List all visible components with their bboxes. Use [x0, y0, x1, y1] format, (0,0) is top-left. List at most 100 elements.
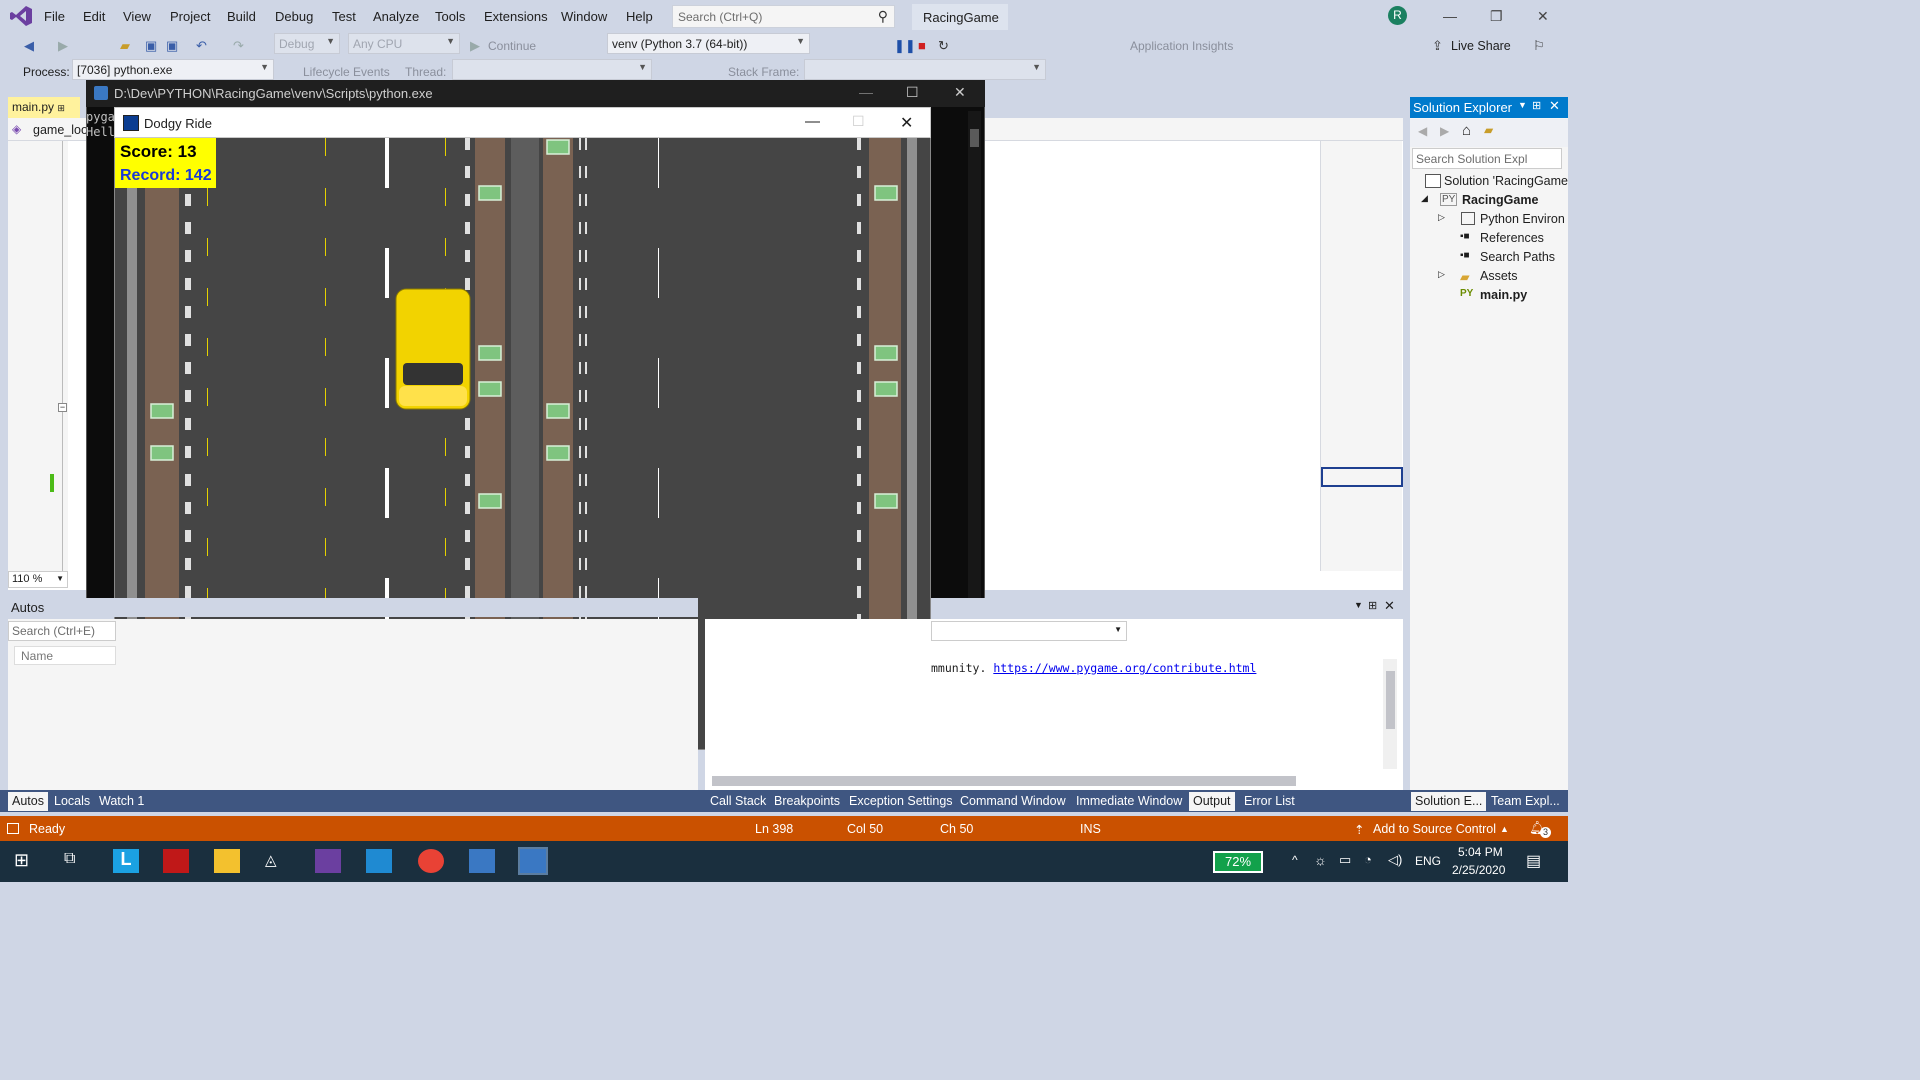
tab-call-stack[interactable]: Call Stack — [706, 792, 770, 811]
brightness-icon[interactable]: ☼ — [1314, 852, 1327, 868]
menu-view[interactable]: View — [123, 9, 151, 24]
se-close-icon[interactable]: ✕ — [1549, 98, 1560, 114]
back-icon[interactable]: ◀ — [24, 38, 34, 54]
se-pin-icon[interactable]: ⊞ — [1532, 99, 1541, 112]
output-source-dropdown[interactable]: ▼ — [931, 621, 1127, 641]
tree-python-environments[interactable]: Python Environ — [1480, 212, 1565, 226]
tab-output[interactable]: Output — [1189, 792, 1235, 811]
tab-command-window[interactable]: Command Window — [956, 792, 1070, 811]
game-close-icon[interactable]: ✕ — [900, 113, 913, 133]
tab-solution-explorer[interactable]: Solution E... — [1411, 792, 1487, 811]
se-dropdown-icon[interactable]: ▼ — [1518, 100, 1527, 110]
console-close-icon[interactable]: ✕ — [954, 84, 966, 101]
tab-error-list[interactable]: Error List — [1240, 792, 1299, 811]
output-scroll-thumb[interactable] — [1386, 671, 1395, 729]
platform-dropdown[interactable]: Any CPU ▼ — [348, 33, 460, 54]
tab-autos[interactable]: Autos — [8, 792, 48, 811]
tab-watch-1[interactable]: Watch 1 — [95, 792, 148, 811]
visual-studio-taskbar-icon[interactable] — [315, 849, 341, 873]
redo-icon[interactable]: ↷ — [233, 38, 244, 54]
expanded-arrow-icon[interactable]: ◢ — [1421, 193, 1428, 204]
stack-frame-dropdown[interactable]: ▼ — [804, 59, 1046, 80]
tab-main-py[interactable]: main.py ⊞ — [8, 97, 80, 118]
se-switch-view-icon[interactable]: ▰ — [1484, 123, 1493, 137]
se-forward-icon[interactable]: ▶ — [1440, 124, 1449, 138]
tree-main-py[interactable]: main.py — [1480, 288, 1527, 302]
wifi-icon[interactable]: ◔ — [1364, 852, 1372, 867]
menu-window[interactable]: Window — [561, 9, 607, 24]
menu-tools[interactable]: Tools — [435, 9, 465, 24]
continue-icon[interactable]: ▶ — [470, 38, 480, 54]
action-center-icon[interactable]: ▤ — [1526, 851, 1541, 871]
taskbar-l-app-icon[interactable]: L — [113, 849, 139, 873]
menu-project[interactable]: Project — [170, 9, 210, 24]
tree-solution[interactable]: Solution 'RacingGame — [1444, 174, 1568, 188]
collapsed-arrow-icon[interactable]: ▷ — [1438, 269, 1445, 280]
add-to-source-control-button[interactable]: Add to Source Control — [1373, 822, 1496, 836]
menu-build[interactable]: Build — [227, 9, 256, 24]
volume-icon[interactable]: ◁) — [1388, 852, 1402, 868]
source-control-caret-icon[interactable]: ▲ — [1500, 824, 1509, 834]
collapse-icon[interactable]: − — [58, 403, 67, 412]
save-icon[interactable]: ▣ — [145, 38, 157, 54]
task-view-icon[interactable]: ⧉ — [64, 850, 75, 868]
avatar[interactable]: R — [1388, 6, 1407, 25]
visual-studio-logo-icon[interactable] — [10, 6, 32, 26]
zoom-dropdown[interactable]: 110 % ▼ — [8, 571, 68, 588]
forward-icon[interactable]: ▶ — [58, 38, 68, 54]
feedback-icon[interactable]: ⚐ — [1533, 38, 1545, 54]
clock-date[interactable]: 2/25/2020 — [1452, 863, 1505, 877]
file-explorer-icon[interactable] — [214, 849, 240, 873]
game-minimize-icon[interactable]: — — [805, 113, 820, 130]
continue-button[interactable]: Continue — [488, 39, 536, 53]
pin-icon[interactable]: ⊞ — [57, 103, 65, 113]
menu-edit[interactable]: Edit — [83, 9, 105, 24]
live-share-button[interactable]: Live Share — [1451, 39, 1511, 53]
windows-start-icon[interactable]: ⊞ — [14, 850, 29, 871]
se-search-input[interactable]: Search Solution Expl — [1412, 148, 1562, 169]
python-active-icon[interactable] — [518, 847, 548, 875]
tab-team-explorer[interactable]: Team Expl... — [1487, 792, 1564, 811]
menu-extensions[interactable]: Extensions — [484, 9, 548, 24]
minimap[interactable] — [1320, 141, 1403, 571]
output-pin-icon[interactable]: ⊞ — [1368, 599, 1377, 612]
restore-icon[interactable]: ❐ — [1490, 8, 1503, 25]
console-scrollbar[interactable] — [968, 111, 981, 599]
vs-code-icon[interactable] — [366, 849, 392, 873]
tree-references[interactable]: References — [1480, 231, 1544, 245]
autos-name-column[interactable]: Name — [14, 646, 116, 665]
stop-debugging-icon[interactable]: ■ — [918, 38, 926, 53]
tab-immediate-window[interactable]: Immediate Window — [1072, 792, 1186, 811]
restart-icon[interactable]: ↻ — [938, 38, 949, 54]
tab-breakpoints[interactable]: Breakpoints — [770, 792, 844, 811]
game-maximize-icon[interactable]: ☐ — [852, 113, 865, 130]
output-scrollbar[interactable] — [1383, 659, 1397, 769]
menu-test[interactable]: Test — [332, 9, 356, 24]
tray-chevron-icon[interactable]: ^ — [1292, 853, 1298, 867]
break-all-icon[interactable]: ❚❚ — [894, 38, 916, 54]
python-icon[interactable] — [469, 849, 495, 873]
se-home-icon[interactable]: ⌂ — [1462, 122, 1471, 139]
menu-debug[interactable]: Debug — [275, 9, 313, 24]
output-link[interactable]: https://www.pygame.org/contribute.html — [993, 661, 1256, 675]
save-all-icon[interactable]: ▣ — [166, 38, 178, 54]
language-indicator[interactable]: ENG — [1415, 854, 1441, 868]
taskbar-app-icon[interactable]: ◬ — [265, 851, 277, 869]
tree-assets[interactable]: Assets — [1480, 269, 1518, 283]
collapsed-arrow-icon[interactable]: ▷ — [1438, 212, 1445, 223]
tree-project[interactable]: RacingGame — [1462, 193, 1538, 207]
search-input[interactable]: Search (Ctrl+Q) ⚲ — [672, 5, 895, 28]
battery-indicator[interactable]: 72% — [1213, 851, 1263, 873]
output-hscroll-thumb[interactable] — [712, 776, 1296, 786]
nav-member-dropdown[interactable]: game_loo — [33, 123, 88, 137]
thread-dropdown[interactable]: ▼ — [452, 59, 652, 80]
tree-search-paths[interactable]: Search Paths — [1480, 250, 1555, 264]
se-back-icon[interactable]: ◀ — [1418, 124, 1427, 138]
output-dropdown-icon[interactable]: ▼ — [1354, 600, 1363, 610]
battery-icon[interactable]: ▭ — [1339, 852, 1351, 868]
chrome-icon[interactable] — [418, 849, 444, 873]
minimize-icon[interactable]: — — [1443, 8, 1457, 24]
clock-time[interactable]: 5:04 PM — [1458, 845, 1503, 859]
application-insights-button[interactable]: Application Insights — [1130, 39, 1233, 53]
close-icon[interactable]: ✕ — [1537, 8, 1549, 25]
